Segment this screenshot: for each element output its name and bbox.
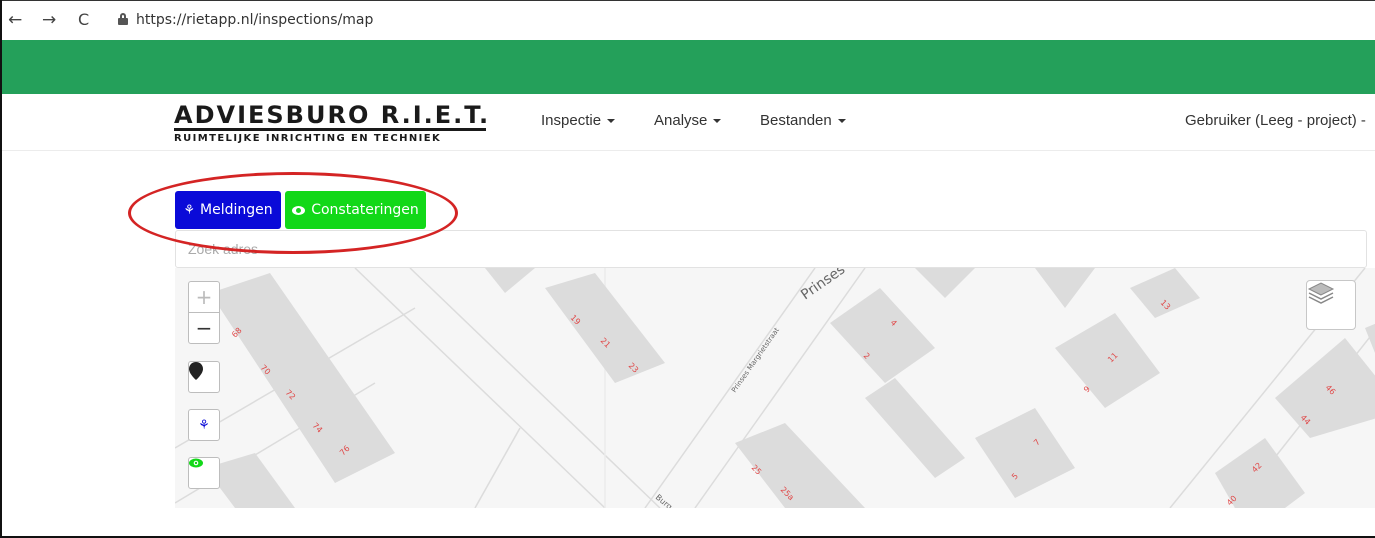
top-banner [2,40,1375,94]
meldingen-button[interactable]: ⚘ Meldingen [175,191,281,229]
map-view[interactable]: Prinses Margrietstraat Prinses Burg v 68… [175,268,1375,508]
location-button[interactable] [188,361,220,393]
plant-icon: ⚘ [198,417,210,433]
browser-toolbar: ← → C https://rietapp.nl/inspections/map [2,0,1375,40]
address-bar[interactable]: https://rietapp.nl/inspections/map [136,12,373,28]
reload-icon[interactable]: C [78,10,89,30]
svg-text:Prinses: Prinses [798,268,848,303]
caret-down-icon [713,119,722,124]
browser-window: ← → C https://rietapp.nl/inspections/map… [0,0,1375,538]
menu-bestanden[interactable]: Bestanden [760,112,846,129]
caret-down-icon [837,119,846,124]
eye-icon [189,458,203,468]
meldingen-layer-button[interactable]: ⚘ [188,409,220,441]
layers-icon [1307,282,1335,304]
user-menu[interactable]: Gebruiker (Leeg - project) - [1185,112,1366,129]
logo-title: ADVIESBURO R.I.E.T. [174,101,491,129]
company-logo[interactable]: ADVIESBURO R.I.E.T. RUIMTELIJKE INRICHTI… [174,102,490,144]
plant-icon: ⚘ [183,202,196,218]
constateringen-label: Constateringen [311,202,419,218]
lock-icon [118,13,128,25]
menu-analyse-label: Analyse [654,112,708,129]
map-marker-icon [189,362,203,380]
zoom-in-button[interactable]: + [188,281,220,313]
caret-down-icon [607,119,616,124]
logo-subtitle: RUIMTELIJKE INRICHTING EN TECHNIEK [174,133,442,144]
menu-bestanden-label: Bestanden [760,112,832,129]
menu-analyse[interactable]: Analyse [654,112,722,129]
layers-button[interactable] [1306,280,1356,330]
navbar: ADVIESBURO R.I.E.T. RUIMTELIJKE INRICHTI… [2,94,1375,151]
address-search-input[interactable] [175,230,1367,268]
forward-icon[interactable]: → [42,10,56,30]
user-menu-caret: - [1360,112,1366,129]
meldingen-label: Meldingen [200,202,273,218]
back-icon[interactable]: ← [8,10,22,30]
map-tiles: Prinses Margrietstraat Prinses Burg v 68… [175,268,1375,508]
constateringen-button[interactable]: Constateringen [285,191,426,229]
constateringen-layer-button[interactable] [188,457,220,489]
eye-icon [292,205,306,215]
menu-inspectie[interactable]: Inspectie [541,112,616,129]
menu-inspectie-label: Inspectie [541,112,602,129]
zoom-out-button[interactable]: − [188,312,220,344]
user-menu-label: Gebruiker (Leeg - project) [1185,112,1357,129]
svg-text:Prinses Margrietstraat: Prinses Margrietstraat [730,326,781,394]
